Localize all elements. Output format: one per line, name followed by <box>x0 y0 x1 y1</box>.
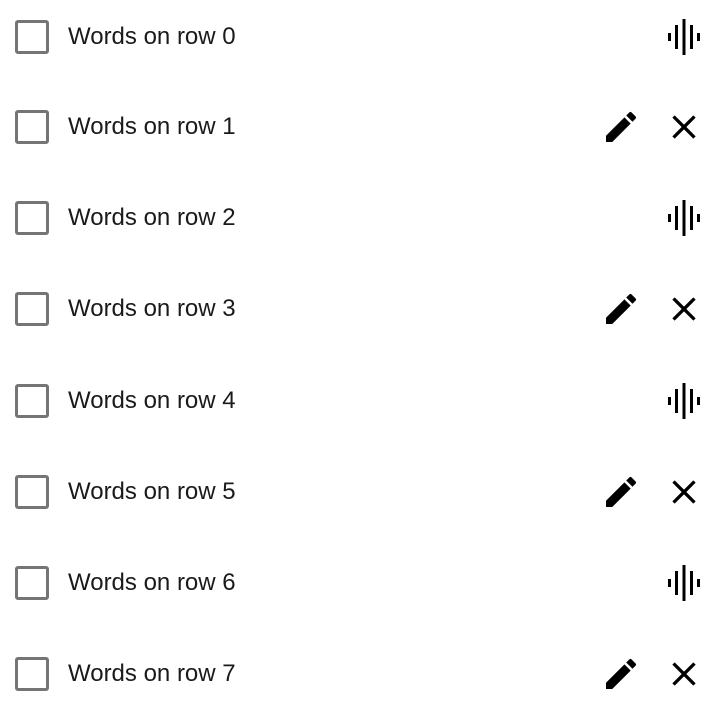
voice-waveform-icon[interactable] <box>664 17 704 57</box>
list-item: Words on row 2 <box>0 188 720 248</box>
row-label: Words on row 7 <box>68 660 236 687</box>
voice-waveform-icon[interactable] <box>664 381 704 421</box>
voice-waveform-icon[interactable] <box>664 198 704 238</box>
row-label: Words on row 5 <box>68 478 236 505</box>
pencil-icon[interactable] <box>601 107 641 147</box>
row-label: Words on row 0 <box>68 23 236 50</box>
voice-waveform-icon[interactable] <box>664 563 704 603</box>
row-checkbox[interactable] <box>15 110 49 144</box>
close-icon[interactable] <box>664 289 704 329</box>
row-checkbox[interactable] <box>15 292 49 326</box>
list-item: Words on row 3 <box>0 279 720 339</box>
row-label: Words on row 4 <box>68 387 236 414</box>
pencil-icon[interactable] <box>601 654 641 694</box>
row-label: Words on row 2 <box>68 204 236 231</box>
row-checkbox[interactable] <box>15 566 49 600</box>
pencil-icon[interactable] <box>601 472 641 512</box>
row-label: Words on row 3 <box>68 295 236 322</box>
list-item: Words on row 5 <box>0 462 720 522</box>
list-item: Words on row 1 <box>0 97 720 157</box>
row-checkbox[interactable] <box>15 20 49 54</box>
list-item: Words on row 6 <box>0 553 720 613</box>
row-checkbox[interactable] <box>15 384 49 418</box>
close-icon[interactable] <box>664 472 704 512</box>
list-item: Words on row 4 <box>0 371 720 431</box>
close-icon[interactable] <box>664 107 704 147</box>
row-checkbox[interactable] <box>15 657 49 691</box>
list-item: Words on row 0 <box>0 7 720 67</box>
close-icon[interactable] <box>664 654 704 694</box>
list-item: Words on row 7 <box>0 644 720 704</box>
row-label: Words on row 6 <box>68 569 236 596</box>
row-label: Words on row 1 <box>68 113 236 140</box>
pencil-icon[interactable] <box>601 289 641 329</box>
row-checkbox[interactable] <box>15 201 49 235</box>
row-checkbox[interactable] <box>15 475 49 509</box>
